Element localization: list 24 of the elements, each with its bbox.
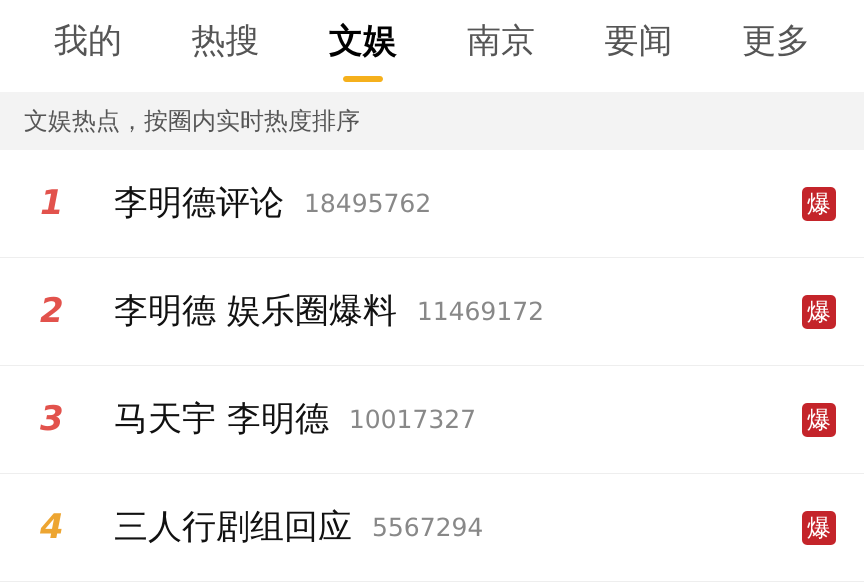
tab[interactable]: 热搜 (158, 0, 294, 92)
hot-badge: 爆 (802, 186, 836, 220)
topic-title[interactable]: 李明德 娱乐圈爆料 (114, 286, 397, 337)
heat-count: 5567294 (372, 512, 484, 544)
heat-count: 18495762 (304, 188, 432, 220)
tab-underline (343, 76, 384, 82)
heat-count: 10017327 (348, 404, 478, 436)
rank-number: 3 (40, 398, 65, 441)
hot-badge: 爆 (802, 510, 836, 544)
topic-title[interactable]: 李明德评论 (114, 178, 284, 229)
tab[interactable]: 南京 (432, 0, 569, 92)
hot-badge: 爆 (802, 294, 836, 328)
hot-badge: 爆 (802, 402, 836, 436)
rank-number: 2 (40, 290, 65, 333)
tab[interactable]: 更多 (708, 0, 844, 92)
rank-number: 1 (40, 182, 65, 225)
tab[interactable]: 要闻 (570, 0, 706, 92)
rank-number: 4 (40, 506, 65, 549)
tab[interactable]: 文娱 (295, 0, 432, 92)
tab[interactable]: 我的 (20, 0, 156, 92)
section-note: 文娱热点，按圈内实时热度排序 (24, 106, 360, 137)
topic-title[interactable]: 三人行剧组回应 (114, 502, 352, 553)
topic-title[interactable]: 马天宇 李明德 (114, 394, 329, 445)
heat-count: 11469172 (416, 296, 546, 328)
